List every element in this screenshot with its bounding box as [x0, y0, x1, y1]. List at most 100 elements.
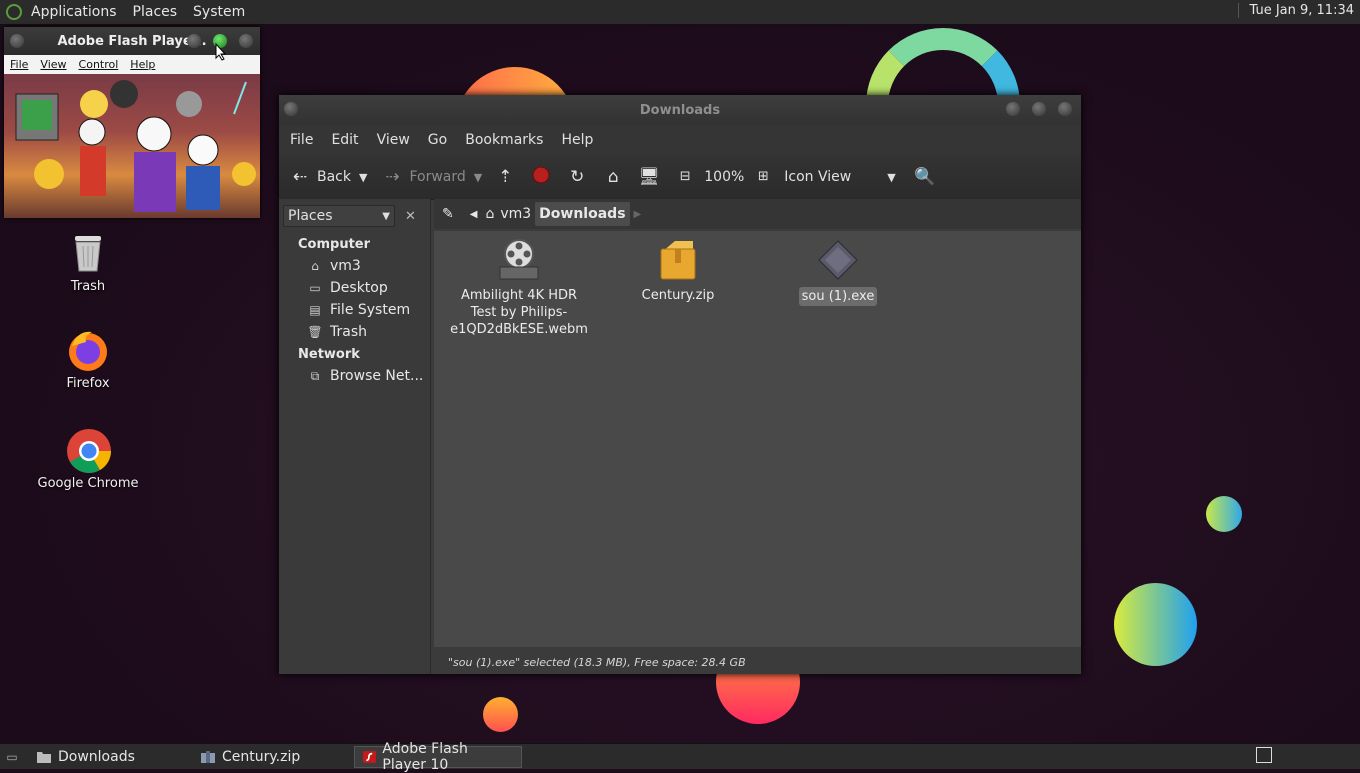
flash-menu-view[interactable]: View	[40, 58, 66, 71]
back-history-dropdown[interactable]: ▼	[359, 171, 367, 184]
trash-icon: 🗑	[307, 325, 323, 339]
toggle-location-entry-button[interactable]: ✎	[438, 202, 458, 226]
close-button[interactable]	[239, 34, 253, 48]
fm-titlebar[interactable]: Downloads	[279, 95, 1081, 125]
cartoon-characters-image	[15, 80, 256, 212]
zoom-out-button[interactable]: ⊟	[674, 166, 702, 188]
desktop-icon-label: Trash	[70, 279, 106, 294]
status-bar: "sou (1).exe" selected (18.3 MB), Free s…	[448, 655, 746, 669]
zoom-level: 100%	[704, 169, 745, 185]
forward-button[interactable]: ⇢ Forward	[381, 166, 465, 188]
executable-file-icon	[815, 237, 861, 283]
archive-manager-icon	[201, 750, 215, 763]
sidebar-item-label: Trash	[330, 324, 367, 340]
archive-file-icon	[655, 237, 701, 283]
desktop-icon-chrome[interactable]: Google Chrome	[33, 428, 143, 491]
menu-places[interactable]: Places	[133, 4, 178, 20]
sidebar-item-browse-network[interactable]: ⧉ Browse Net...	[279, 365, 430, 387]
file-manager-window: Downloads File Edit View Go Bookmarks He…	[279, 95, 1081, 674]
menu-go[interactable]: Go	[428, 132, 447, 148]
sidebar-item-desktop[interactable]: ▭ Desktop	[279, 277, 430, 299]
file-name: Century.zip	[641, 288, 715, 303]
path-bar: ✎ ◀ ⌂ vm3 Downloads ▶	[434, 199, 1081, 229]
path-scroll-right-button[interactable]: ▶	[630, 202, 646, 226]
stop-button[interactable]	[530, 166, 558, 188]
flash-menu-help[interactable]: Help	[130, 58, 155, 71]
close-button[interactable]	[1058, 102, 1072, 116]
search-button[interactable]: 🔍	[914, 166, 942, 188]
drive-icon: ▤	[309, 303, 321, 317]
taskbar-item-century-zip[interactable]: Century.zip	[192, 746, 344, 768]
forward-arrow-icon: ⇢	[385, 167, 400, 187]
file-name-line: e1QD2dBkESE.webm	[450, 322, 588, 337]
back-arrow-icon: ⇠	[292, 167, 308, 187]
reload-button[interactable]: ↻	[566, 166, 594, 188]
flash-animation-canvas[interactable]	[4, 74, 260, 218]
sidebar-item-file-system[interactable]: ▤ File System	[279, 299, 430, 321]
sidebar-section-computer: Computer	[298, 237, 371, 252]
decor-circle	[483, 697, 518, 732]
file-item-video[interactable]: Ambilight 4K HDR Test by Philips- e1QD2d…	[444, 237, 594, 338]
sidebar-item-trash[interactable]: 🗑 Trash	[279, 321, 430, 343]
menu-help[interactable]: Help	[561, 132, 593, 148]
forward-history-dropdown[interactable]: ▼	[474, 171, 482, 184]
chevron-down-icon: ▼	[887, 170, 896, 184]
breadcrumb-vm3[interactable]: ⌂ vm3	[481, 202, 535, 226]
menu-applications[interactable]: Applications	[31, 4, 117, 20]
home-button[interactable]: ⌂	[602, 166, 630, 188]
sidebar-type-label: Places	[288, 208, 333, 224]
menu-edit[interactable]: Edit	[331, 132, 358, 148]
edit-location-icon: ✎	[442, 206, 454, 222]
flash-menu-file[interactable]: File	[10, 58, 28, 71]
sidebar-item-label: Browse Net...	[330, 368, 424, 384]
file-view[interactable]: Ambilight 4K HDR Test by Philips- e1QD2d…	[434, 231, 1081, 647]
sidebar-item-label: vm3	[330, 258, 361, 274]
workspace-switcher[interactable]	[1256, 747, 1272, 763]
file-name-line: Ambilight 4K HDR	[460, 288, 578, 303]
minimize-button[interactable]	[1006, 102, 1020, 116]
file-item-sou-exe[interactable]: sou (1).exe	[763, 237, 913, 306]
path-scroll-left-button[interactable]: ◀	[466, 202, 482, 226]
clock[interactable]: Tue Jan 9, 11:34	[1238, 3, 1354, 18]
window-menu-button[interactable]	[284, 102, 298, 116]
close-sidebar-button[interactable]: ✕	[405, 209, 416, 224]
sidebar-item-vm3[interactable]: ⌂ vm3	[279, 255, 430, 277]
window-menu-button[interactable]	[10, 34, 24, 48]
search-icon: 🔍	[914, 167, 936, 187]
menu-file[interactable]: File	[290, 132, 313, 148]
desktop-icon-trash[interactable]: Trash	[33, 231, 143, 294]
fm-menubar: File Edit View Go Bookmarks Help	[279, 125, 1081, 155]
menu-view[interactable]: View	[377, 132, 410, 148]
sidebar-type-select[interactable]: Places ▼	[283, 205, 395, 227]
desktop-icon-label: Firefox	[66, 376, 110, 391]
computer-icon: 🖥	[638, 167, 661, 187]
fm-toolbar: ⇠ Back ▼ ⇢ Forward ▼ ⇡ ↻ ⌂ 🖥 ⊟ 100% ⊞ Ic…	[279, 155, 1081, 200]
menu-bookmarks[interactable]: Bookmarks	[465, 132, 543, 148]
back-button[interactable]: ⇠ Back	[289, 166, 351, 188]
file-item-century-zip[interactable]: Century.zip	[603, 237, 753, 304]
maximize-button[interactable]	[1032, 102, 1046, 116]
desktop-icon-firefox[interactable]: Firefox	[33, 328, 143, 391]
back-label: Back	[317, 169, 351, 185]
breadcrumb-downloads[interactable]: Downloads	[535, 202, 630, 226]
view-mode-select[interactable]: Icon View ▼	[784, 169, 895, 185]
home-folder-icon: ⌂	[311, 259, 319, 273]
taskbar-item-flash-player[interactable]: Adobe Flash Player 10	[354, 741, 522, 773]
chrome-icon	[66, 428, 111, 473]
up-arrow-icon: ⇡	[498, 167, 513, 187]
menu-system[interactable]: System	[193, 4, 245, 20]
minimize-button[interactable]	[187, 34, 201, 48]
up-button[interactable]: ⇡	[494, 166, 522, 188]
bottom-panel: ▭ Downloads Century.zip Adobe Flash Play…	[0, 741, 1360, 773]
desktop-folder-icon: ▭	[309, 281, 321, 295]
taskbar-item-downloads[interactable]: Downloads	[28, 746, 180, 768]
file-name: sou (1).exe	[798, 287, 878, 306]
flash-menu-control[interactable]: Control	[79, 58, 119, 71]
show-desktop-button[interactable]: ▭	[0, 746, 24, 768]
sidebar: Places ▼ ✕ Computer ⌂ vm3 ▭ Desktop ▤ File …	[279, 199, 431, 674]
reload-icon: ↻	[570, 167, 585, 187]
taskbar-item-label: Century.zip	[222, 748, 301, 765]
zoom-in-button[interactable]: ⊞	[752, 166, 780, 188]
trash-icon	[66, 231, 110, 275]
computer-button[interactable]: 🖥	[638, 166, 666, 188]
